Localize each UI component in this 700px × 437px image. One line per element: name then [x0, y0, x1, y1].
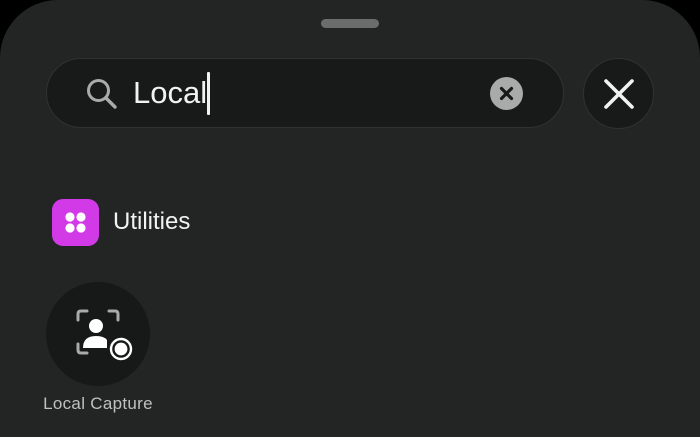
sheet-grabber[interactable]: [321, 19, 379, 28]
search-field[interactable]: Local: [46, 58, 564, 128]
search-icon: [85, 77, 119, 111]
category-label: Utilities: [113, 208, 191, 235]
category-utilities: Utilities: [52, 199, 302, 247]
clear-icon: [499, 86, 514, 101]
search-input[interactable]: Local: [133, 73, 207, 113]
controls-gallery-sheet: Local Utilities Local Capture: [0, 0, 700, 437]
tile-label: Local Capture: [43, 394, 153, 413]
control-tile-local-capture[interactable]: Local Capture: [30, 282, 166, 422]
close-icon: [604, 79, 634, 109]
clear-search-button[interactable]: [490, 77, 523, 110]
close-button[interactable]: [583, 58, 654, 129]
local-capture-button[interactable]: [46, 282, 150, 386]
text-cursor: [207, 72, 210, 115]
utilities-grid-icon: [52, 199, 99, 246]
person-viewfinder-icon: [76, 309, 134, 362]
